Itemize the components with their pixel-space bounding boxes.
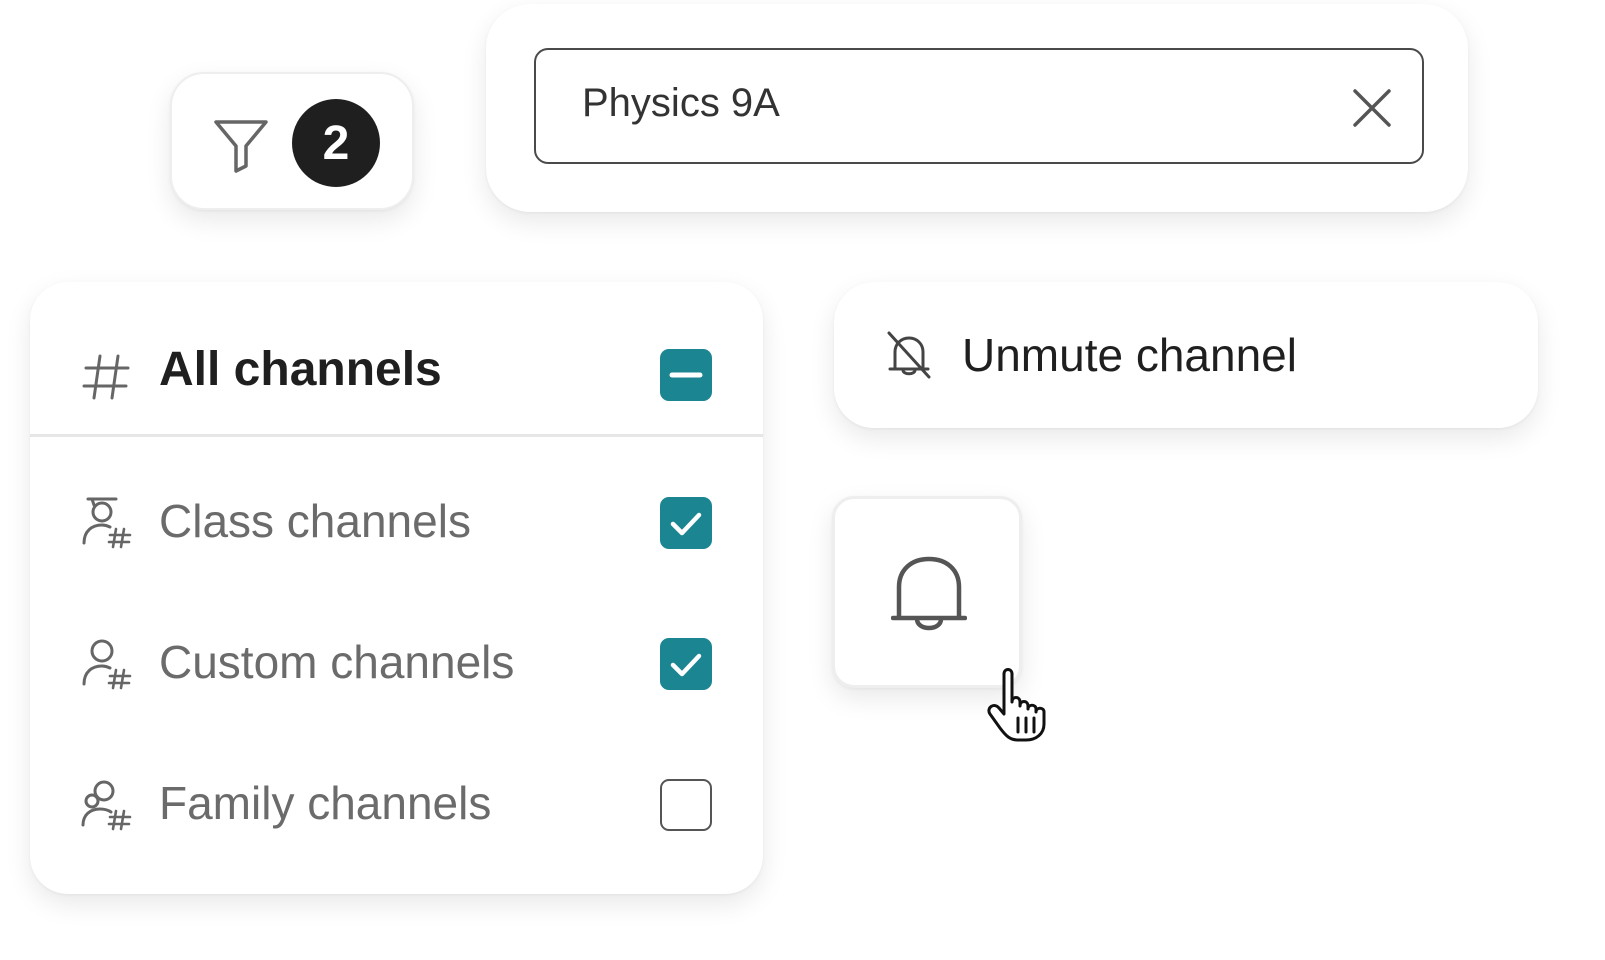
- search-input[interactable]: Physics 9A: [534, 48, 1424, 164]
- notification-bell-button[interactable]: [832, 496, 1022, 688]
- search-card: Physics 9A: [486, 4, 1468, 212]
- filter-count-badge: 2: [292, 99, 380, 187]
- filter-button[interactable]: 2: [170, 72, 414, 210]
- all-channels-row[interactable]: All channels: [30, 322, 763, 422]
- close-icon[interactable]: [1352, 88, 1392, 128]
- family-channel-icon: [81, 780, 132, 831]
- minus-icon: [669, 372, 703, 378]
- class-channels-row[interactable]: Class channels: [30, 470, 763, 570]
- custom-channels-row[interactable]: Custom channels: [30, 611, 763, 711]
- family-channels-label: Family channels: [159, 777, 492, 829]
- filter-icon: [214, 120, 268, 173]
- hash-icon: [82, 354, 130, 400]
- bell-icon: [891, 556, 967, 631]
- check-icon: [670, 653, 702, 677]
- unmute-channel-button[interactable]: Unmute channel: [834, 282, 1538, 428]
- divider: [30, 434, 763, 437]
- family-channels-checkbox[interactable]: [660, 779, 712, 831]
- all-channels-checkbox[interactable]: [660, 349, 712, 401]
- class-channels-checkbox[interactable]: [660, 497, 712, 549]
- custom-channels-label: Custom channels: [159, 636, 515, 688]
- hand-pointer-icon: [987, 668, 1046, 742]
- unmute-channel-label: Unmute channel: [962, 329, 1297, 381]
- class-channels-label: Class channels: [159, 495, 471, 547]
- family-channels-row[interactable]: Family channels: [30, 752, 763, 852]
- custom-channels-checkbox[interactable]: [660, 638, 712, 690]
- all-channels-label: All channels: [159, 343, 442, 396]
- check-icon: [670, 512, 702, 536]
- bell-off-icon: [887, 331, 931, 379]
- channel-filter-list: All channels Class channels Custom chann: [30, 282, 763, 894]
- search-input-value: Physics 9A: [582, 81, 780, 125]
- custom-channel-icon: [82, 639, 132, 690]
- class-channel-icon: [82, 497, 132, 549]
